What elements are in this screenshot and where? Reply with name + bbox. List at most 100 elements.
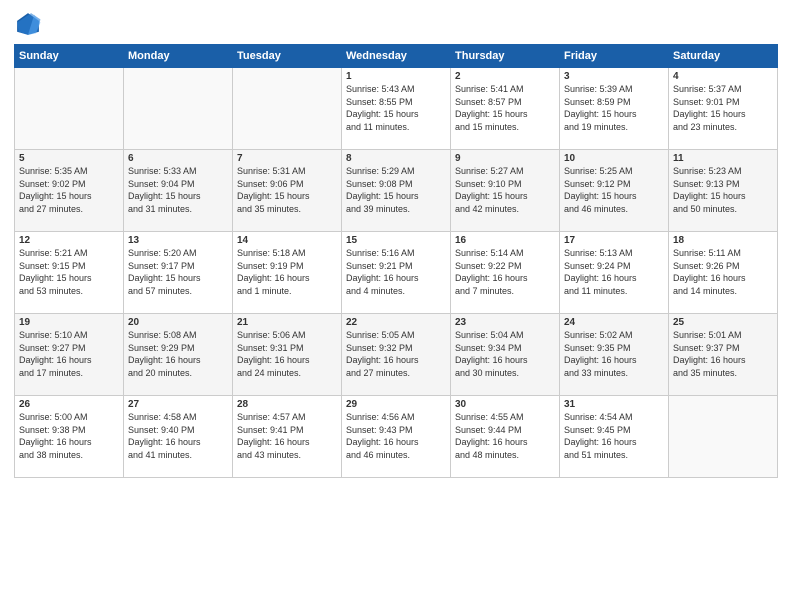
day-info: Sunrise: 5:16 AM Sunset: 9:21 PM Dayligh… — [346, 247, 446, 297]
day-number: 31 — [564, 399, 664, 410]
day-info: Sunrise: 4:56 AM Sunset: 9:43 PM Dayligh… — [346, 411, 446, 461]
day-number: 23 — [455, 317, 555, 328]
day-info: Sunrise: 5:27 AM Sunset: 9:10 PM Dayligh… — [455, 165, 555, 215]
day-number: 1 — [346, 71, 446, 82]
header-sunday: Sunday — [15, 45, 124, 68]
day-number: 8 — [346, 153, 446, 164]
header-row: Sunday Monday Tuesday Wednesday Thursday… — [15, 45, 778, 68]
day-info: Sunrise: 4:58 AM Sunset: 9:40 PM Dayligh… — [128, 411, 228, 461]
day-info: Sunrise: 5:20 AM Sunset: 9:17 PM Dayligh… — [128, 247, 228, 297]
day-number: 18 — [673, 235, 773, 246]
calendar-cell: 7Sunrise: 5:31 AM Sunset: 9:06 PM Daylig… — [233, 150, 342, 232]
calendar-cell: 16Sunrise: 5:14 AM Sunset: 9:22 PM Dayli… — [451, 232, 560, 314]
calendar-cell: 29Sunrise: 4:56 AM Sunset: 9:43 PM Dayli… — [342, 396, 451, 478]
day-number: 11 — [673, 153, 773, 164]
calendar-cell: 12Sunrise: 5:21 AM Sunset: 9:15 PM Dayli… — [15, 232, 124, 314]
day-number: 30 — [455, 399, 555, 410]
calendar-cell: 30Sunrise: 4:55 AM Sunset: 9:44 PM Dayli… — [451, 396, 560, 478]
day-number: 26 — [19, 399, 119, 410]
calendar-week-1: 1Sunrise: 5:43 AM Sunset: 8:55 PM Daylig… — [15, 68, 778, 150]
day-info: Sunrise: 5:29 AM Sunset: 9:08 PM Dayligh… — [346, 165, 446, 215]
calendar-table: Sunday Monday Tuesday Wednesday Thursday… — [14, 44, 778, 478]
calendar-cell — [124, 68, 233, 150]
day-info: Sunrise: 5:02 AM Sunset: 9:35 PM Dayligh… — [564, 329, 664, 379]
calendar-body: 1Sunrise: 5:43 AM Sunset: 8:55 PM Daylig… — [15, 68, 778, 478]
header-saturday: Saturday — [669, 45, 778, 68]
day-info: Sunrise: 5:06 AM Sunset: 9:31 PM Dayligh… — [237, 329, 337, 379]
calendar-cell: 19Sunrise: 5:10 AM Sunset: 9:27 PM Dayli… — [15, 314, 124, 396]
calendar-cell: 3Sunrise: 5:39 AM Sunset: 8:59 PM Daylig… — [560, 68, 669, 150]
day-info: Sunrise: 5:35 AM Sunset: 9:02 PM Dayligh… — [19, 165, 119, 215]
day-info: Sunrise: 5:05 AM Sunset: 9:32 PM Dayligh… — [346, 329, 446, 379]
day-number: 13 — [128, 235, 228, 246]
day-number: 16 — [455, 235, 555, 246]
calendar-cell: 1Sunrise: 5:43 AM Sunset: 8:55 PM Daylig… — [342, 68, 451, 150]
day-info: Sunrise: 5:21 AM Sunset: 9:15 PM Dayligh… — [19, 247, 119, 297]
day-info: Sunrise: 5:43 AM Sunset: 8:55 PM Dayligh… — [346, 83, 446, 133]
day-info: Sunrise: 5:08 AM Sunset: 9:29 PM Dayligh… — [128, 329, 228, 379]
calendar-cell: 11Sunrise: 5:23 AM Sunset: 9:13 PM Dayli… — [669, 150, 778, 232]
calendar-cell: 14Sunrise: 5:18 AM Sunset: 9:19 PM Dayli… — [233, 232, 342, 314]
calendar-cell: 4Sunrise: 5:37 AM Sunset: 9:01 PM Daylig… — [669, 68, 778, 150]
header — [14, 10, 778, 38]
calendar-week-3: 12Sunrise: 5:21 AM Sunset: 9:15 PM Dayli… — [15, 232, 778, 314]
header-monday: Monday — [124, 45, 233, 68]
calendar-cell: 23Sunrise: 5:04 AM Sunset: 9:34 PM Dayli… — [451, 314, 560, 396]
day-info: Sunrise: 5:14 AM Sunset: 9:22 PM Dayligh… — [455, 247, 555, 297]
day-info: Sunrise: 5:33 AM Sunset: 9:04 PM Dayligh… — [128, 165, 228, 215]
header-tuesday: Tuesday — [233, 45, 342, 68]
day-number: 4 — [673, 71, 773, 82]
calendar-cell — [669, 396, 778, 478]
calendar-week-5: 26Sunrise: 5:00 AM Sunset: 9:38 PM Dayli… — [15, 396, 778, 478]
logo — [14, 10, 46, 38]
day-number: 6 — [128, 153, 228, 164]
header-wednesday: Wednesday — [342, 45, 451, 68]
day-info: Sunrise: 5:10 AM Sunset: 9:27 PM Dayligh… — [19, 329, 119, 379]
day-number: 10 — [564, 153, 664, 164]
calendar-cell: 17Sunrise: 5:13 AM Sunset: 9:24 PM Dayli… — [560, 232, 669, 314]
day-info: Sunrise: 5:39 AM Sunset: 8:59 PM Dayligh… — [564, 83, 664, 133]
day-info: Sunrise: 5:31 AM Sunset: 9:06 PM Dayligh… — [237, 165, 337, 215]
day-number: 22 — [346, 317, 446, 328]
calendar-cell: 25Sunrise: 5:01 AM Sunset: 9:37 PM Dayli… — [669, 314, 778, 396]
day-info: Sunrise: 5:01 AM Sunset: 9:37 PM Dayligh… — [673, 329, 773, 379]
calendar-cell: 2Sunrise: 5:41 AM Sunset: 8:57 PM Daylig… — [451, 68, 560, 150]
day-number: 14 — [237, 235, 337, 246]
day-info: Sunrise: 5:04 AM Sunset: 9:34 PM Dayligh… — [455, 329, 555, 379]
calendar-cell: 6Sunrise: 5:33 AM Sunset: 9:04 PM Daylig… — [124, 150, 233, 232]
calendar-cell: 21Sunrise: 5:06 AM Sunset: 9:31 PM Dayli… — [233, 314, 342, 396]
day-number: 27 — [128, 399, 228, 410]
day-info: Sunrise: 4:54 AM Sunset: 9:45 PM Dayligh… — [564, 411, 664, 461]
calendar-cell: 13Sunrise: 5:20 AM Sunset: 9:17 PM Dayli… — [124, 232, 233, 314]
calendar-cell: 31Sunrise: 4:54 AM Sunset: 9:45 PM Dayli… — [560, 396, 669, 478]
page: Sunday Monday Tuesday Wednesday Thursday… — [0, 0, 792, 612]
calendar-cell: 22Sunrise: 5:05 AM Sunset: 9:32 PM Dayli… — [342, 314, 451, 396]
header-friday: Friday — [560, 45, 669, 68]
calendar-cell: 15Sunrise: 5:16 AM Sunset: 9:21 PM Dayli… — [342, 232, 451, 314]
calendar-week-4: 19Sunrise: 5:10 AM Sunset: 9:27 PM Dayli… — [15, 314, 778, 396]
calendar-cell: 8Sunrise: 5:29 AM Sunset: 9:08 PM Daylig… — [342, 150, 451, 232]
calendar-cell — [233, 68, 342, 150]
day-number: 7 — [237, 153, 337, 164]
calendar-cell: 18Sunrise: 5:11 AM Sunset: 9:26 PM Dayli… — [669, 232, 778, 314]
day-number: 20 — [128, 317, 228, 328]
day-number: 19 — [19, 317, 119, 328]
calendar-cell: 5Sunrise: 5:35 AM Sunset: 9:02 PM Daylig… — [15, 150, 124, 232]
logo-icon — [14, 10, 42, 38]
day-number: 2 — [455, 71, 555, 82]
day-info: Sunrise: 5:00 AM Sunset: 9:38 PM Dayligh… — [19, 411, 119, 461]
day-info: Sunrise: 5:41 AM Sunset: 8:57 PM Dayligh… — [455, 83, 555, 133]
day-info: Sunrise: 4:57 AM Sunset: 9:41 PM Dayligh… — [237, 411, 337, 461]
calendar-cell: 10Sunrise: 5:25 AM Sunset: 9:12 PM Dayli… — [560, 150, 669, 232]
day-info: Sunrise: 5:23 AM Sunset: 9:13 PM Dayligh… — [673, 165, 773, 215]
day-number: 5 — [19, 153, 119, 164]
calendar-cell: 20Sunrise: 5:08 AM Sunset: 9:29 PM Dayli… — [124, 314, 233, 396]
day-number: 17 — [564, 235, 664, 246]
day-info: Sunrise: 5:13 AM Sunset: 9:24 PM Dayligh… — [564, 247, 664, 297]
calendar-header: Sunday Monday Tuesday Wednesday Thursday… — [15, 45, 778, 68]
calendar-cell: 26Sunrise: 5:00 AM Sunset: 9:38 PM Dayli… — [15, 396, 124, 478]
calendar-cell: 27Sunrise: 4:58 AM Sunset: 9:40 PM Dayli… — [124, 396, 233, 478]
day-number: 28 — [237, 399, 337, 410]
day-info: Sunrise: 5:25 AM Sunset: 9:12 PM Dayligh… — [564, 165, 664, 215]
calendar-cell: 28Sunrise: 4:57 AM Sunset: 9:41 PM Dayli… — [233, 396, 342, 478]
